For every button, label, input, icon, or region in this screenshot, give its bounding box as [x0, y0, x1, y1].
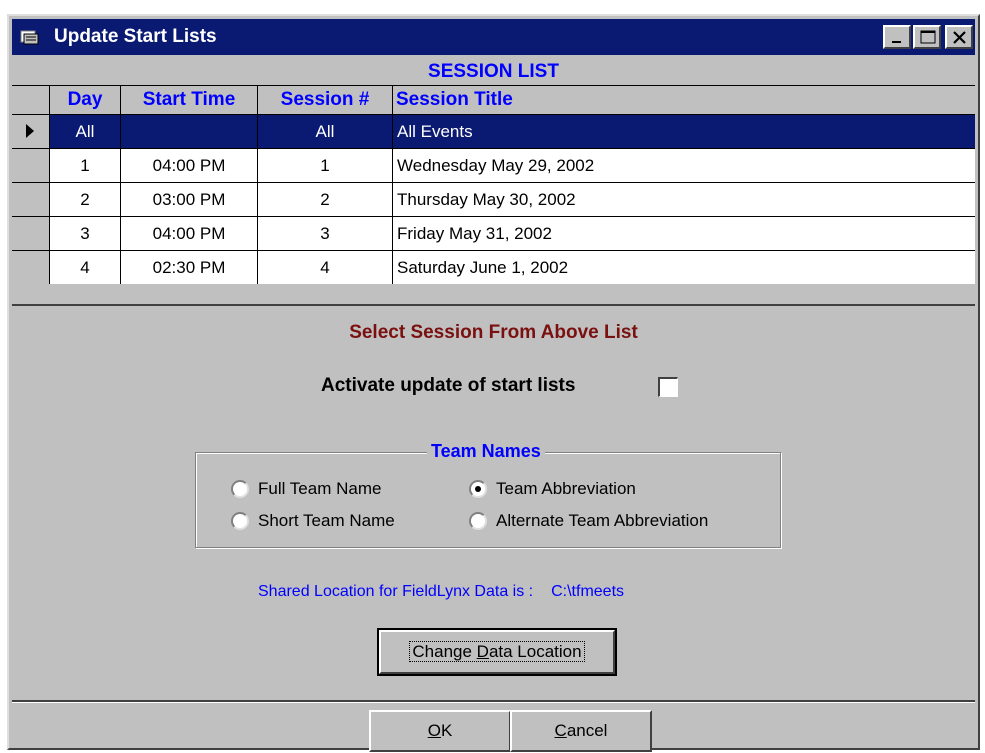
shared-location-info: Shared Location for FieldLynx Data is : C…: [258, 583, 624, 601]
table-row[interactable]: 1 04:00 PM 1 Wednesday May 29, 2002: [12, 148, 975, 182]
close-icon: [953, 31, 966, 44]
change-data-location-label: Change Data Location: [409, 641, 585, 662]
cell-session[interactable]: 1: [258, 149, 393, 182]
column-header-session-title[interactable]: Session Title: [393, 86, 953, 114]
button-mnemonic: D: [476, 642, 489, 661]
row-selector[interactable]: [12, 183, 50, 216]
window-title: Update Start Lists: [54, 26, 217, 47]
shared-location-label: Shared Location for FieldLynx Data is :: [258, 583, 534, 600]
radio-label[interactable]: Alternate Team Abbreviation: [496, 511, 708, 531]
activate-update-checkbox[interactable]: [658, 377, 678, 397]
change-data-location-button[interactable]: Change Data Location: [377, 628, 617, 676]
cell-session-title[interactable]: Wednesday May 29, 2002: [393, 149, 975, 182]
cell-session-title[interactable]: Thursday May 30, 2002: [393, 183, 975, 216]
footer-separator: [12, 700, 975, 703]
cancel-button[interactable]: Cancel: [510, 710, 652, 752]
current-row-arrow-icon: [26, 124, 34, 138]
column-header-day[interactable]: Day: [50, 86, 121, 114]
row-selector[interactable]: [12, 251, 50, 284]
cell-day[interactable]: 4: [50, 251, 121, 284]
row-selector-header: [12, 86, 50, 114]
radio-label[interactable]: Team Abbreviation: [496, 479, 636, 499]
ok-button[interactable]: OK: [369, 710, 511, 752]
maximize-icon: [920, 30, 936, 44]
cell-start-time[interactable]: 02:30 PM: [121, 251, 258, 284]
maximize-button[interactable]: [913, 25, 941, 49]
minimize-icon: [892, 41, 901, 43]
row-selector[interactable]: [12, 149, 50, 182]
cell-session[interactable]: 3: [258, 217, 393, 250]
session-list-grid[interactable]: SESSION LIST Day Start Time Session # Se…: [12, 56, 975, 306]
radio-button-icon[interactable]: [231, 480, 249, 498]
radio-button-selected-icon[interactable]: [469, 480, 487, 498]
cell-start-time[interactable]: 04:00 PM: [121, 149, 258, 182]
cell-start-time[interactable]: [121, 115, 258, 148]
column-header-start-time[interactable]: Start Time: [121, 86, 258, 114]
minimize-button[interactable]: [883, 25, 911, 49]
table-row[interactable]: 4 02:30 PM 4 Saturday June 1, 2002: [12, 250, 975, 284]
cell-day[interactable]: 3: [50, 217, 121, 250]
table-row[interactable]: 2 03:00 PM 2 Thursday May 30, 2002: [12, 182, 975, 216]
table-row[interactable]: 3 04:00 PM 3 Friday May 31, 2002: [12, 216, 975, 250]
button-text: K: [440, 721, 453, 740]
cell-session-title[interactable]: Friday May 31, 2002: [393, 217, 975, 250]
cell-session[interactable]: 2: [258, 183, 393, 216]
row-selector[interactable]: [12, 217, 50, 250]
cell-start-time[interactable]: 04:00 PM: [121, 217, 258, 250]
row-selector[interactable]: [12, 115, 50, 148]
update-start-lists-window: Update Start Lists SESSION LIST Day Star…: [7, 14, 980, 752]
session-list-caption: SESSION LIST: [12, 59, 975, 86]
cell-session[interactable]: 4: [258, 251, 393, 284]
team-names-legend: Team Names: [427, 441, 545, 462]
radio-label[interactable]: Short Team Name: [258, 511, 395, 531]
session-rows: All All All Events 1 04:00 PM 1 Wednesda…: [12, 114, 975, 284]
cell-session-title[interactable]: All Events: [393, 115, 975, 148]
app-icon: [20, 28, 40, 46]
cell-session-title[interactable]: Saturday June 1, 2002: [393, 251, 975, 284]
activate-update-label[interactable]: Activate update of start lists: [321, 375, 575, 397]
button-text: Change: [412, 642, 477, 661]
title-bar[interactable]: Update Start Lists: [12, 19, 975, 55]
button-text: ancel: [566, 721, 608, 740]
cell-day[interactable]: All: [50, 115, 121, 148]
shared-location-path: C:\tfmeets: [551, 583, 625, 600]
close-button[interactable]: [945, 25, 973, 49]
cell-day[interactable]: 1: [50, 149, 121, 182]
cell-start-time[interactable]: 03:00 PM: [121, 183, 258, 216]
radio-button-icon[interactable]: [469, 512, 487, 530]
button-mnemonic: C: [554, 721, 567, 740]
radio-label[interactable]: Full Team Name: [258, 479, 381, 499]
cell-session[interactable]: All: [258, 115, 393, 148]
select-session-prompt: Select Session From Above List: [349, 322, 638, 343]
table-row[interactable]: All All All Events: [12, 114, 975, 148]
cell-day[interactable]: 2: [50, 183, 121, 216]
column-header-session[interactable]: Session #: [258, 86, 393, 114]
button-text: ata Location: [488, 642, 582, 661]
button-mnemonic: O: [427, 721, 441, 740]
radio-button-icon[interactable]: [231, 512, 249, 530]
team-names-group: Team Names: [195, 441, 781, 548]
